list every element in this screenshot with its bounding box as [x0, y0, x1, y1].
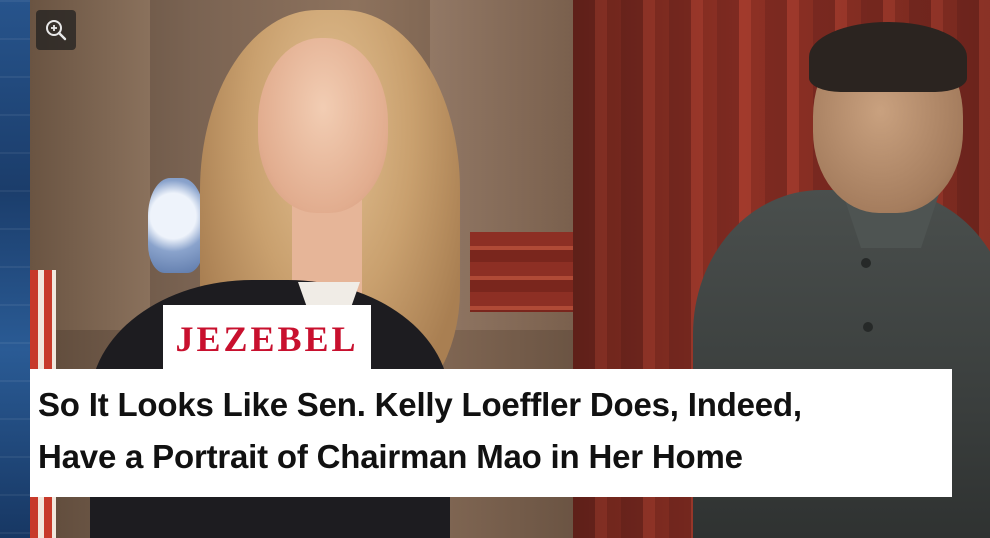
books: [470, 232, 573, 312]
headline-line-1: So It Looks Like Sen. Kelly Loeffler Doe…: [38, 386, 802, 423]
headline-box: So It Looks Like Sen. Kelly Loeffler Doe…: [30, 369, 952, 497]
zoom-in-button[interactable]: [36, 10, 76, 50]
coat-button: [861, 258, 871, 268]
vase: [148, 178, 204, 273]
coat-button: [863, 322, 873, 332]
brand-logo-box: JEZEBEL: [163, 305, 371, 373]
brand-logo: JEZEBEL: [175, 319, 359, 359]
zoom-in-icon: [46, 20, 67, 41]
studio-background-strip: [0, 0, 30, 538]
video-frame: So It Looks Like Sen. Kelly Loeffler Doe…: [0, 0, 990, 538]
portrait-hair: [809, 22, 967, 92]
headline-line-2: Have a Portrait of Chairman Mao in Her H…: [38, 438, 743, 475]
person-face: [258, 38, 388, 213]
